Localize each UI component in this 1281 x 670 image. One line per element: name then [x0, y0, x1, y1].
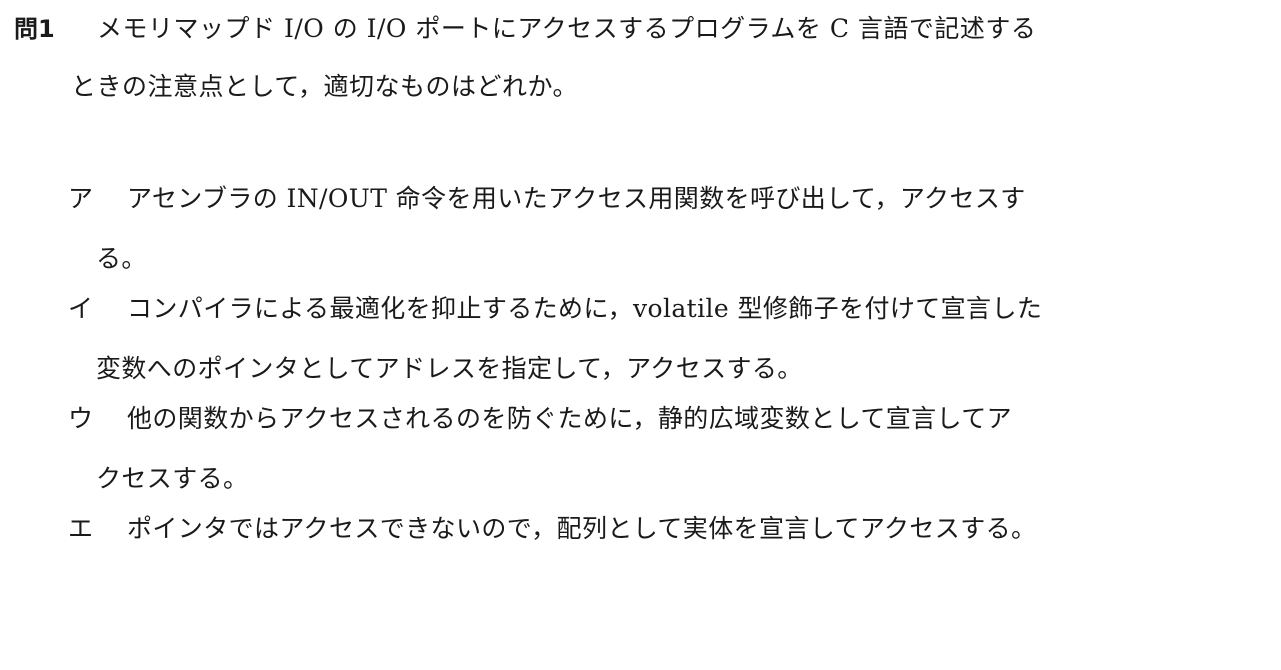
question-text-line-2: ときの注意点として，適切なものはどれか。	[71, 72, 579, 101]
question-text-line-1: メモリマップド I/O の I/O ポートにアクセスするプログラムを C 言語で…	[97, 14, 1037, 43]
choice-text-line-1: アセンブラの IN/OUT 命令を用いたアクセス用関数を呼び出して，アクセスす	[127, 184, 1026, 213]
choice-label: ア	[68, 184, 94, 213]
choice-text-line-2: る。	[96, 244, 147, 273]
choice-label: エ	[68, 514, 94, 543]
choice-text-line-1: コンパイラによる最適化を抑止するために，volatile 型修飾子を付けて宣言し…	[127, 294, 1043, 323]
choice-text-line-2: 変数へのポインタとしてアドレスを指定して，アクセスする。	[96, 354, 803, 383]
exam-page: 問1 メモリマップド I/O の I/O ポートにアクセスするプログラムを C …	[0, 0, 1281, 670]
question-number: 問1	[14, 15, 55, 43]
choice-text-line-1: 他の関数からアクセスされるのを防ぐために，静的広域変数として宣言してア	[127, 404, 1013, 433]
choice-text-line-2: クセスする。	[96, 464, 249, 493]
choice-text-line-1: ポインタではアクセスできないので，配列として実体を宣言してアクセスする。	[127, 514, 1037, 543]
choice-label: ウ	[68, 404, 94, 433]
choice-label: イ	[68, 294, 94, 323]
